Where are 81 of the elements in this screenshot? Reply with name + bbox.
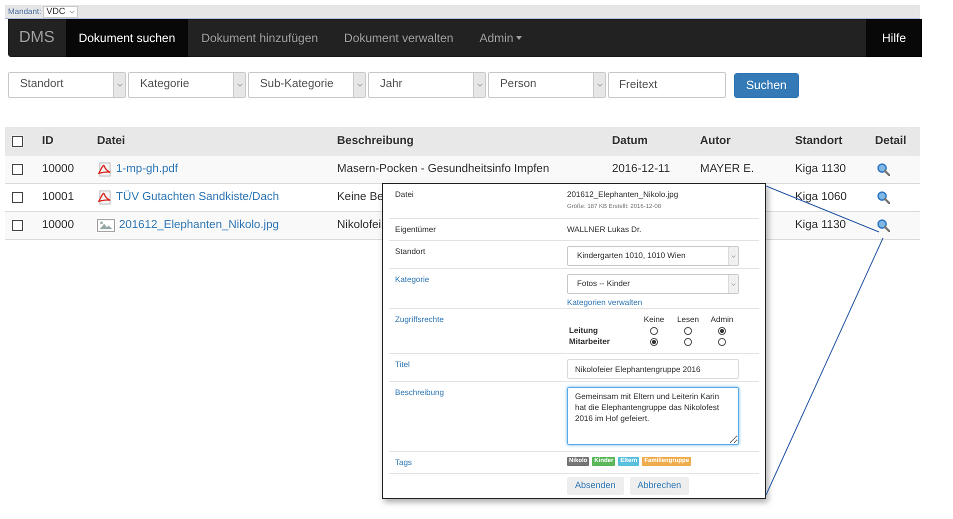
field-label[interactable]: Zugriffsrechte — [395, 315, 444, 324]
field-label[interactable]: Tags — [395, 458, 412, 467]
column-header: Autor — [700, 134, 732, 149]
brand-logo[interactable]: DMS — [8, 19, 66, 57]
field-label: Datei — [395, 190, 414, 199]
column-header: Datei — [97, 134, 126, 149]
filter-select[interactable]: Kategorie — [128, 72, 246, 98]
radio-button[interactable] — [650, 326, 658, 334]
table-cell-text: 10000 — [42, 218, 75, 233]
help-link[interactable]: Hilfe — [866, 19, 922, 57]
field-label[interactable]: Beschreibung — [395, 388, 444, 397]
row-label: Mitarbeiter — [569, 336, 611, 347]
column-header: Beschreibung — [337, 134, 415, 149]
field-label: Eigentümer — [395, 225, 436, 234]
search-field[interactable]: Freitext — [608, 72, 726, 98]
select-field[interactable]: Kindergarten 1010, 1010 Wien — [567, 246, 739, 266]
search-button[interactable]: Suchen — [734, 72, 799, 98]
field-value: WALLNER Lukas Dr. — [567, 225, 642, 234]
file-link[interactable]: 1-mp-gh.pdf — [116, 160, 178, 178]
field-label[interactable]: Titel — [395, 360, 410, 369]
nav-tab[interactable]: Dokument hinzufügen — [188, 19, 332, 57]
nav-tab[interactable]: Admin — [466, 19, 536, 57]
chevron-icon — [236, 83, 242, 87]
radio-button[interactable] — [650, 338, 658, 346]
column-header: Datum — [612, 134, 649, 149]
column-header: Detail — [875, 134, 908, 149]
table-cell: Masern-Pocken - Gesundheitsinfo Impfen — [337, 162, 550, 175]
table-cell: MAYER E. — [700, 162, 754, 175]
dialog-button[interactable]: Abbrechen — [630, 477, 690, 495]
pdf-file-icon — [97, 190, 112, 205]
field-label: Standort — [395, 247, 426, 256]
chevron-icon — [356, 83, 362, 87]
table-cell: Nikolofei — [337, 218, 382, 231]
column-header: ID — [42, 134, 54, 149]
dialog-button[interactable]: Absenden — [567, 477, 624, 495]
table-cell-text: 10001 — [42, 190, 75, 205]
table-cell: Kiga 1060 — [795, 190, 847, 203]
radio-button[interactable] — [718, 326, 726, 334]
table-cell: Kiga 1130 — [795, 162, 846, 175]
search-icon[interactable] — [877, 163, 890, 176]
manage-link[interactable]: Kategorien verwalten — [567, 297, 642, 309]
column-header: Lesen — [676, 314, 700, 325]
checkbox[interactable] — [12, 192, 23, 203]
pdf-file-icon — [97, 162, 112, 177]
table-cell-text: 10000 — [42, 162, 75, 177]
row-label: Leitung — [569, 325, 599, 336]
checkbox[interactable] — [12, 220, 23, 231]
file-name: 201612_Elephanten_Nikolo.jpg — [567, 189, 680, 201]
radio-button[interactable] — [684, 338, 692, 346]
chevron-icon — [731, 282, 736, 286]
chevron-icon — [116, 83, 122, 87]
filter-select[interactable]: Sub-Kategorie — [248, 72, 366, 98]
chevron-icon — [69, 10, 76, 14]
file-link[interactable]: TÜV Gutachten Sandkiste/Dach — [116, 188, 279, 206]
table-cell: 2016-12-11 — [612, 162, 670, 175]
column-header: Admin — [710, 314, 734, 325]
radio-button[interactable] — [684, 326, 692, 334]
description-field[interactable]: Gemeinsam mit Eltern und Leiterin Karin hat die Elephantengruppe das Nikolofest 2016 im Hof gefeiert. — [567, 387, 739, 445]
file-link[interactable]: 201612_Elephanten_Nikolo.jpg — [119, 216, 279, 234]
field-label[interactable]: Kategorie — [395, 275, 430, 284]
search-icon[interactable] — [877, 191, 890, 204]
filter-select[interactable]: Jahr — [368, 72, 486, 98]
table-cell: Kiga 1130 — [795, 218, 846, 231]
filter-select[interactable]: Standort — [8, 72, 126, 98]
checkbox[interactable] — [12, 136, 23, 147]
chevron-icon — [476, 83, 482, 87]
mandant-select[interactable]: VDC — [43, 6, 78, 18]
nav-tab[interactable]: Dokument suchen — [66, 19, 188, 57]
column-header: Standort — [795, 134, 844, 149]
filter-select[interactable]: Person — [488, 72, 606, 98]
image-file-icon — [97, 219, 115, 232]
title-field[interactable]: Nikolofeier Elephantengruppe 2016 — [567, 359, 739, 379]
mandant-label: Mandant: — [8, 6, 42, 18]
select-field[interactable]: Fotos -- Kinder — [567, 274, 739, 294]
nav-tab[interactable]: Dokument verwalten — [331, 19, 466, 57]
chevron-icon — [596, 83, 602, 87]
search-icon[interactable] — [877, 219, 890, 232]
checkbox[interactable] — [12, 164, 23, 175]
radio-button[interactable] — [718, 338, 726, 346]
column-header: Keine — [642, 314, 666, 325]
chevron-icon — [731, 254, 736, 258]
